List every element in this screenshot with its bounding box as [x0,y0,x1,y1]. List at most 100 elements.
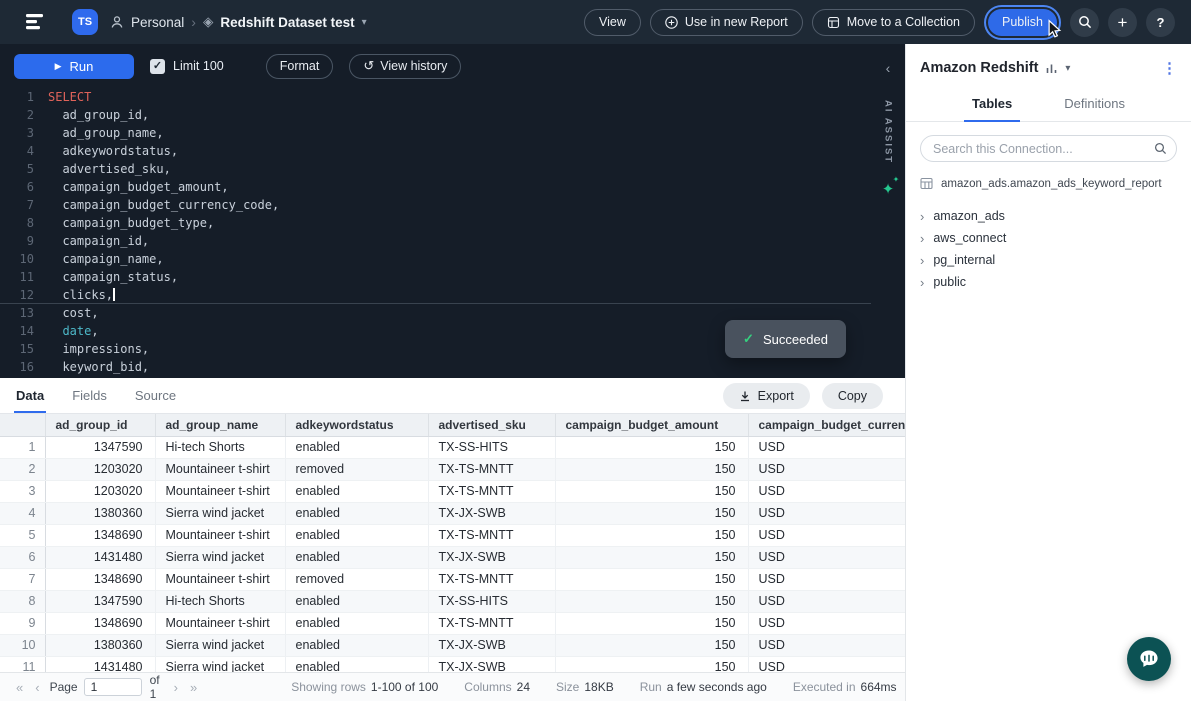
view-button[interactable]: View [584,9,641,36]
code-line[interactable]: 10 campaign_name, [0,250,871,268]
cell[interactable]: USD [748,612,905,634]
cell[interactable]: USD [748,656,905,672]
code-line[interactable]: 2 ad_group_id, [0,106,871,124]
cell[interactable]: USD [748,436,905,458]
table-list-item[interactable]: amazon_ads.amazon_ads_keyword_report [906,168,1191,197]
cell[interactable]: USD [748,458,905,480]
cell[interactable]: enabled [285,524,428,546]
chevron-down-icon[interactable]: ▾ [362,17,367,28]
cell[interactable]: Hi-tech Shorts [155,590,285,612]
cell[interactable]: Sierra wind jacket [155,634,285,656]
cell[interactable]: 1347590 [45,436,155,458]
schema-item[interactable]: ›amazon_ads [906,205,1191,227]
page-first-icon[interactable]: « [10,680,29,695]
code-line[interactable]: 5 advertised_sku, [0,160,871,178]
cell[interactable]: USD [748,546,905,568]
cell[interactable]: TX-TS-MNTT [428,524,555,546]
table-row[interactable]: 91348690Mountaineer t-shirtenabledTX-TS-… [0,612,905,634]
cell[interactable]: 150 [555,634,748,656]
cell[interactable]: 150 [555,590,748,612]
results-tab-fields[interactable]: Fields [70,379,109,413]
add-button[interactable]: + [1108,8,1137,37]
schema-item[interactable]: ›aws_connect [906,227,1191,249]
cell[interactable]: enabled [285,502,428,524]
cell[interactable]: Mountaineer t-shirt [155,458,285,480]
collapse-panel-icon[interactable]: ‹ [886,60,891,76]
cell[interactable]: 1347590 [45,590,155,612]
cell[interactable]: 150 [555,480,748,502]
limit-toggle[interactable]: ✓ Limit 100 [150,59,224,74]
chevron-down-icon[interactable]: ▾ [1065,63,1070,74]
cell[interactable]: USD [748,524,905,546]
cell[interactable]: TX-SS-HITS [428,436,555,458]
cell[interactable]: enabled [285,590,428,612]
column-header[interactable]: campaign_budget_currency_code [748,414,905,436]
cell[interactable]: USD [748,480,905,502]
export-button[interactable]: Export [723,383,810,409]
page-next-icon[interactable]: › [168,680,184,695]
code-line[interactable]: 6 campaign_budget_amount, [0,178,871,196]
cell[interactable]: TX-JX-SWB [428,656,555,672]
cell[interactable]: TX-TS-MNTT [428,612,555,634]
cell[interactable]: 1431480 [45,656,155,672]
cell[interactable]: 1348690 [45,612,155,634]
cell[interactable]: enabled [285,634,428,656]
code-line[interactable]: 1SELECT [0,88,871,106]
code-line[interactable]: 16 keyword_bid, [0,358,871,376]
cell[interactable]: 150 [555,612,748,634]
cell[interactable]: 150 [555,656,748,672]
schema-item[interactable]: ›pg_internal [906,249,1191,271]
use-in-new-report-button[interactable]: Use in new Report [650,9,803,36]
table-row[interactable]: 51348690Mountaineer t-shirtenabledTX-TS-… [0,524,905,546]
table-row[interactable]: 61431480Sierra wind jacketenabledTX-JX-S… [0,546,905,568]
table-row[interactable]: 81347590Hi-tech ShortsenabledTX-SS-HITS1… [0,590,905,612]
cell[interactable]: TX-JX-SWB [428,502,555,524]
kebab-menu-icon[interactable]: ⋮ [1162,61,1177,76]
column-header[interactable]: advertised_sku [428,414,555,436]
chat-launcher-button[interactable] [1127,637,1171,681]
code-line[interactable]: 3 ad_group_name, [0,124,871,142]
page-prev-icon[interactable]: ‹ [29,680,45,695]
cell[interactable]: enabled [285,436,428,458]
cell[interactable]: Mountaineer t-shirt [155,612,285,634]
table-row[interactable]: 31203020Mountaineer t-shirtenabledTX-TS-… [0,480,905,502]
table-row[interactable]: 11347590Hi-tech ShortsenabledTX-SS-HITS1… [0,436,905,458]
column-header[interactable]: adkeywordstatus [285,414,428,436]
code-line[interactable]: 9 campaign_id, [0,232,871,250]
page-last-icon[interactable]: » [184,680,203,695]
cell[interactable]: USD [748,590,905,612]
cell[interactable]: enabled [285,612,428,634]
cell[interactable]: TX-TS-MNTT [428,480,555,502]
breadcrumb-workspace[interactable]: Personal [131,15,184,30]
run-button[interactable]: ▶ Run [14,54,134,79]
cell[interactable]: TX-JX-SWB [428,546,555,568]
column-header[interactable]: campaign_budget_amount [555,414,748,436]
sidebar-tab-tables[interactable]: Tables [964,92,1020,122]
code-line[interactable]: 8 campaign_budget_type, [0,214,871,232]
search-button[interactable] [1070,8,1099,37]
move-to-collection-button[interactable]: Move to a Collection [812,9,975,36]
cell[interactable]: 1380360 [45,634,155,656]
cell[interactable]: enabled [285,480,428,502]
cell[interactable]: 1380360 [45,502,155,524]
cell[interactable]: Mountaineer t-shirt [155,524,285,546]
code-line[interactable]: 4 adkeywordstatus, [0,142,871,160]
cell[interactable]: USD [748,634,905,656]
cell[interactable]: Mountaineer t-shirt [155,480,285,502]
cell[interactable]: 150 [555,568,748,590]
code-line[interactable]: 11 campaign_status, [0,268,871,286]
ai-sparkle-icon[interactable]: ✦ ✦ [882,180,895,198]
cell[interactable]: Sierra wind jacket [155,546,285,568]
connection-title[interactable]: Amazon Redshift [920,60,1038,76]
column-header[interactable]: ad_group_id [45,414,155,436]
code-line[interactable]: 7 campaign_budget_currency_code, [0,196,871,214]
cell[interactable]: removed [285,458,428,480]
table-row[interactable]: 71348690Mountaineer t-shirtremovedTX-TS-… [0,568,905,590]
results-tab-source[interactable]: Source [133,379,178,413]
cell[interactable]: Sierra wind jacket [155,502,285,524]
column-header[interactable]: ad_group_name [155,414,285,436]
publish-button[interactable]: Publish [988,9,1057,36]
cell[interactable]: 150 [555,546,748,568]
code-line[interactable]: 12 clicks, [0,286,871,304]
view-history-button[interactable]: ↺ View history [349,54,461,79]
